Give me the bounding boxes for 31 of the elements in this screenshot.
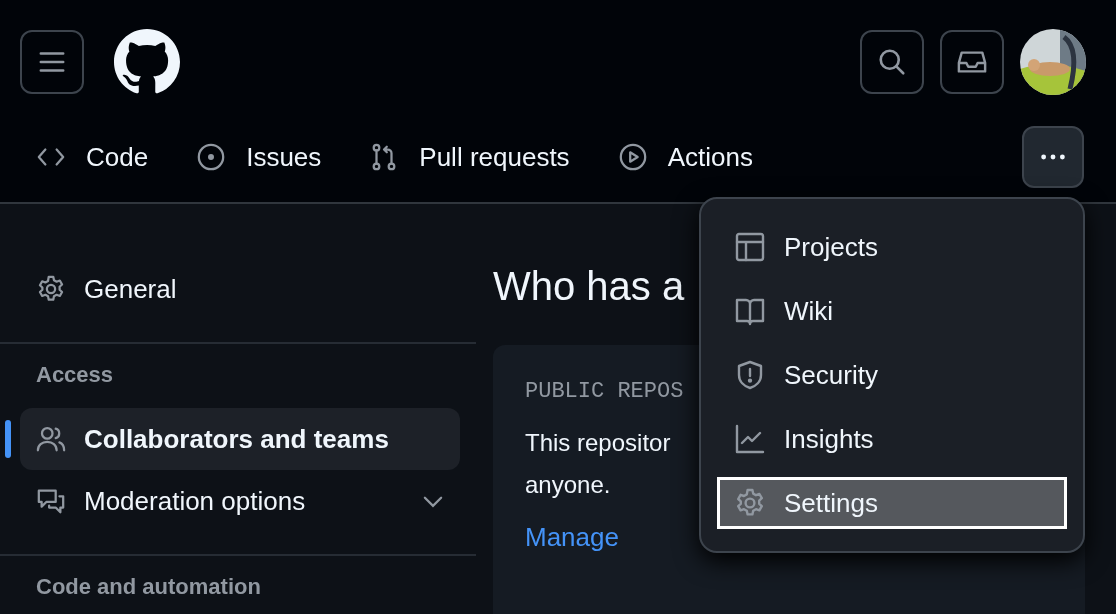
gear-icon xyxy=(734,487,766,519)
line-graph-icon xyxy=(734,423,766,455)
card-label: PUBLIC REPOS xyxy=(525,379,684,404)
circle-dot-icon xyxy=(196,142,227,172)
menu-button[interactable] xyxy=(20,30,84,94)
inbox-button[interactable] xyxy=(940,30,1004,94)
sidebar-item[interactable]: General xyxy=(20,258,460,320)
table-icon xyxy=(734,231,766,263)
menu-item[interactable]: Wiki xyxy=(717,279,1067,343)
selection-bar xyxy=(5,420,11,458)
octocat-logo[interactable] xyxy=(114,29,180,95)
search-button[interactable] xyxy=(860,30,924,94)
menu-item[interactable]: Insights xyxy=(717,407,1067,471)
manage-link[interactable]: Manage xyxy=(525,522,619,552)
section-heading: Access xyxy=(36,362,115,389)
menu-item[interactable]: Projects xyxy=(717,215,1067,279)
nav-tab[interactable]: Actions xyxy=(617,141,753,173)
play-icon xyxy=(617,142,648,172)
nav-tab[interactable]: Issues xyxy=(196,141,322,173)
nav-tab[interactable]: Code xyxy=(36,141,149,173)
menu-item[interactable]: Security xyxy=(717,343,1067,407)
search-icon xyxy=(877,47,907,77)
card-text: This repositor anyone. xyxy=(525,428,671,500)
sidebar-item[interactable]: Moderation options xyxy=(20,470,460,532)
ellipsis-icon xyxy=(1038,153,1068,161)
nav-tab[interactable]: Pull requests xyxy=(369,141,570,173)
page-heading: Who has a xyxy=(493,264,686,309)
gear-icon xyxy=(36,274,66,304)
menu-item[interactable]: Settings xyxy=(717,477,1067,529)
people-icon xyxy=(36,424,66,454)
section-heading: Code and automation xyxy=(36,574,262,601)
